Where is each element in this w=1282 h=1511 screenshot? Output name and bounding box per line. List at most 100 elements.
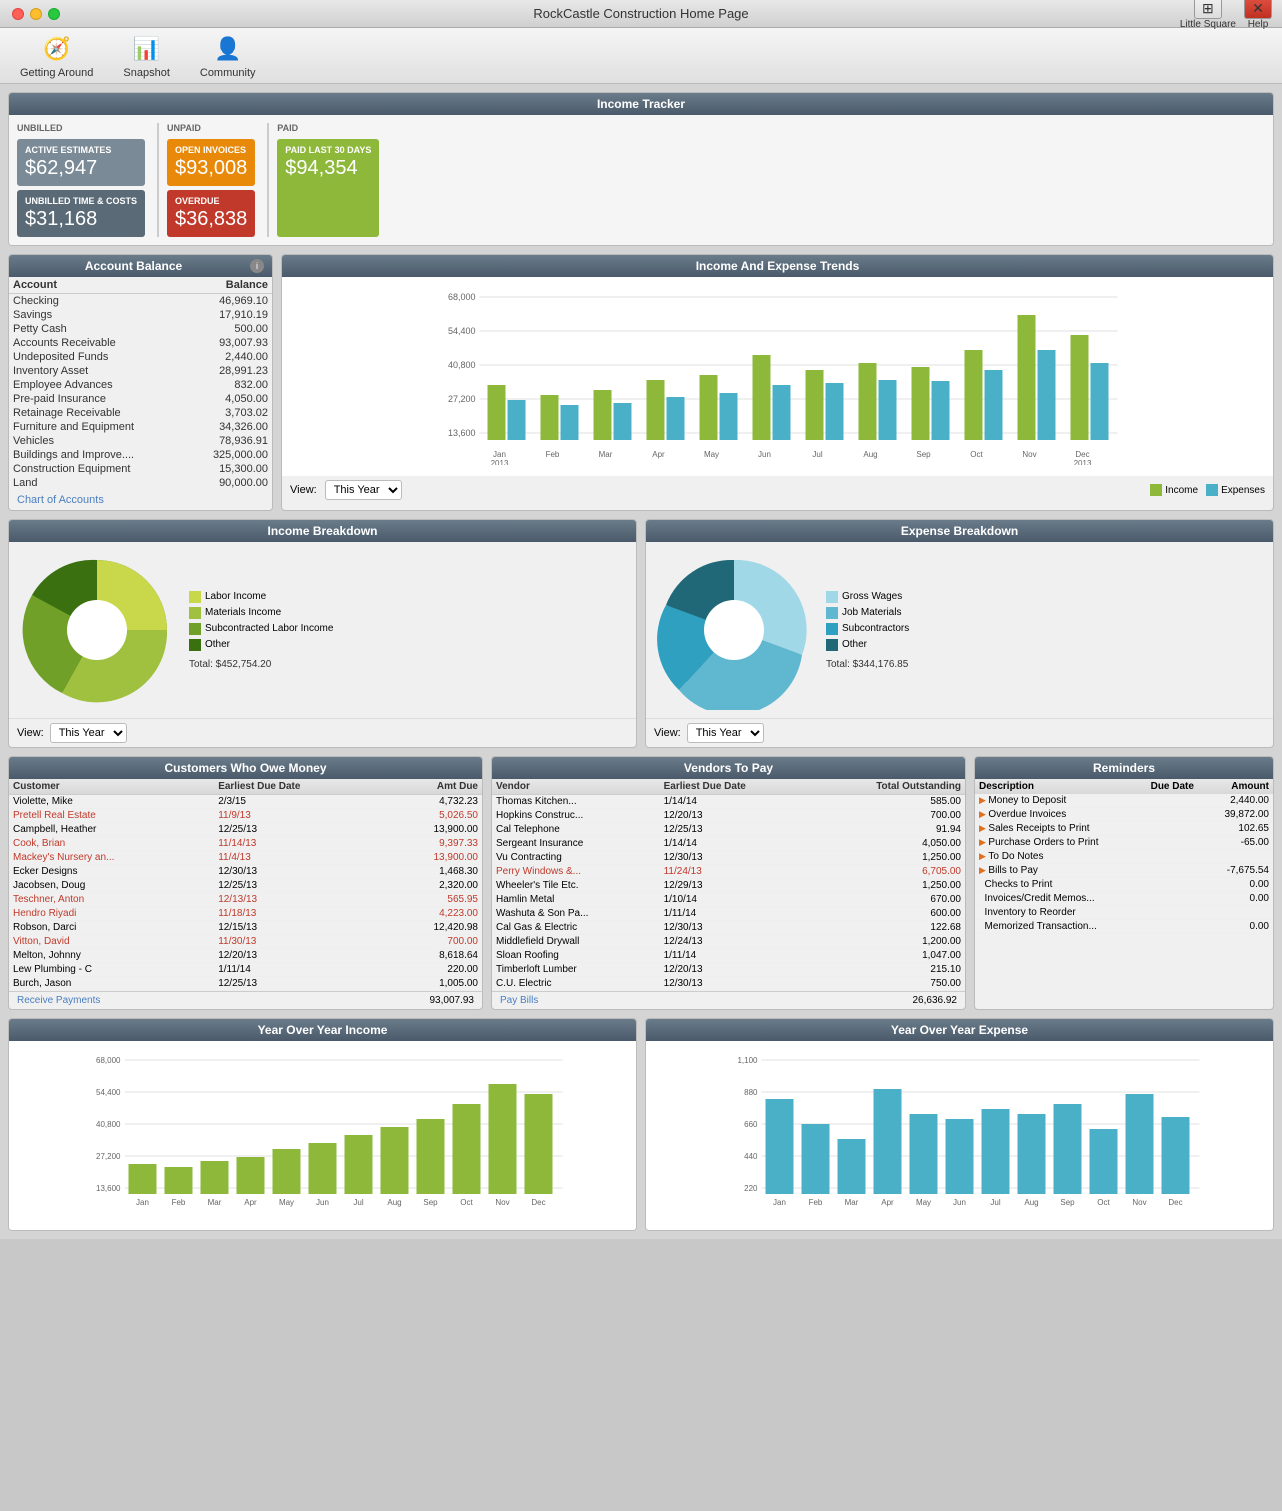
open-invoices-box[interactable]: OPEN INVOICES $93,008 xyxy=(167,139,255,186)
active-estimates-box[interactable]: ACTIVE ESTIMATES $62,947 xyxy=(17,139,145,186)
chart-of-accounts-link[interactable]: Chart of Accounts xyxy=(9,490,272,510)
svg-text:68,000: 68,000 xyxy=(448,292,476,302)
traffic-lights xyxy=(12,8,60,20)
account-table-row[interactable]: Furniture and Equipment34,326.00 xyxy=(9,420,272,434)
account-table-row[interactable]: Pre-paid Insurance4,050.00 xyxy=(9,392,272,406)
materials-income-color xyxy=(189,607,201,619)
reminder-arrow-icon: ▶ xyxy=(979,851,988,861)
svg-text:Mar: Mar xyxy=(208,1198,222,1207)
minimize-button[interactable] xyxy=(30,8,42,20)
reminder-table-row[interactable]: ▶ Overdue Invoices39,872.00 xyxy=(975,808,1273,822)
vendor-table-row[interactable]: Sergeant Insurance1/14/144,050.00 xyxy=(492,837,965,851)
reminder-table-row[interactable]: ▶ To Do Notes xyxy=(975,850,1273,864)
account-table-row[interactable]: Savings17,910.19 xyxy=(9,308,272,322)
customer-table-row[interactable]: Pretell Real Estate11/9/135,026.50 xyxy=(9,809,482,823)
customer-table-row[interactable]: Melton, Johnny12/20/138,618.64 xyxy=(9,949,482,963)
other-income-legend: Other xyxy=(189,639,333,651)
reminder-table-row[interactable]: Inventory to Reorder xyxy=(975,906,1273,920)
customer-table-row[interactable]: Burch, Jason12/25/131,005.00 xyxy=(9,977,482,991)
reminder-table-row[interactable]: Memorized Transaction...0.00 xyxy=(975,920,1273,934)
vendor-table-row[interactable]: Vu Contracting12/30/131,250.00 xyxy=(492,851,965,865)
yoy-income-svg: 68,000 54,400 40,800 27,200 13,600 xyxy=(17,1049,628,1219)
customer-table-row[interactable]: Robson, Darci12/15/1312,420.98 xyxy=(9,921,482,935)
svg-text:Dec: Dec xyxy=(1168,1198,1182,1207)
customer-name: Teschner, Anton xyxy=(9,893,214,907)
reminder-table-row[interactable]: ▶ Purchase Orders to Print-65.00 xyxy=(975,836,1273,850)
account-table-row[interactable]: Checking46,969.10 xyxy=(9,294,272,309)
info-icon[interactable]: i xyxy=(250,259,264,273)
customer-table-row[interactable]: Hendro Riyadi11/18/134,223.00 xyxy=(9,907,482,921)
vendor-due-date: 11/24/13 xyxy=(660,865,811,879)
reminder-table-row[interactable]: Checks to Print0.00 xyxy=(975,878,1273,892)
customer-table-row[interactable]: Lew Plumbing - C1/11/14220.00 xyxy=(9,963,482,977)
income-view-controls: View: This Year xyxy=(9,718,636,747)
vendor-table-row[interactable]: Cal Gas & Electric12/30/13122.68 xyxy=(492,921,965,935)
toolbar-item-snapshot[interactable]: 📊 Snapshot xyxy=(123,33,169,79)
vendor-table-row[interactable]: Washuta & Son Pa...1/11/14600.00 xyxy=(492,907,965,921)
close-button[interactable] xyxy=(12,8,24,20)
vendor-table-row[interactable]: Thomas Kitchen...1/14/14585.00 xyxy=(492,795,965,809)
customer-table-row[interactable]: Vitton, David11/30/13700.00 xyxy=(9,935,482,949)
little-square-button[interactable]: ⊞ Little Square xyxy=(1180,0,1236,30)
reminder-table-row[interactable]: ▶ Sales Receipts to Print102.65 xyxy=(975,822,1273,836)
subcontractors-legend: Subcontractors xyxy=(826,623,909,635)
account-table-row[interactable]: Retainage Receivable3,703.02 xyxy=(9,406,272,420)
toolbar-item-community[interactable]: 👤 Community xyxy=(200,33,256,79)
account-table-row[interactable]: Construction Equipment15,300.00 xyxy=(9,462,272,476)
vendor-table-row[interactable]: Hamlin Metal1/10/14670.00 xyxy=(492,893,965,907)
expense-view-select[interactable]: This Year xyxy=(687,723,764,743)
toolbar-item-getting-around[interactable]: 🧭 Getting Around xyxy=(20,33,93,79)
income-view-select[interactable]: This Year xyxy=(50,723,127,743)
top-right-buttons: ⊞ Little Square ✕ Help xyxy=(1180,0,1272,30)
reminder-amount xyxy=(1205,906,1273,920)
gross-wages-legend: Gross Wages xyxy=(826,591,909,603)
customer-table-row[interactable]: Jacobsen, Doug12/25/132,320.00 xyxy=(9,879,482,893)
community-label: Community xyxy=(200,67,256,79)
subcontracted-labor-color xyxy=(189,623,201,635)
account-table-row[interactable]: Buildings and Improve....325,000.00 xyxy=(9,448,272,462)
customer-table-row[interactable]: Teschner, Anton12/13/13565.95 xyxy=(9,893,482,907)
account-table-row[interactable]: Undeposited Funds2,440.00 xyxy=(9,350,272,364)
maximize-button[interactable] xyxy=(48,8,60,20)
reminder-table-row[interactable]: ▶ Bills to Pay-7,675.54 xyxy=(975,864,1273,878)
vendor-table-row[interactable]: Sloan Roofing1/11/141,047.00 xyxy=(492,949,965,963)
customer-amount: 4,732.23 xyxy=(384,795,483,809)
customer-name: Mackey's Nursery an... xyxy=(9,851,214,865)
vendor-table-row[interactable]: Cal Telephone12/25/1391.94 xyxy=(492,823,965,837)
income-pie-section: Labor Income Materials Income Subcontrac… xyxy=(9,542,636,718)
vendor-table-row[interactable]: C.U. Electric12/30/13750.00 xyxy=(492,977,965,991)
customer-table-row[interactable]: Campbell, Heather12/25/1313,900.00 xyxy=(9,823,482,837)
vendor-table-row[interactable]: Perry Windows &...11/24/136,705.00 xyxy=(492,865,965,879)
paid-box[interactable]: PAID LAST 30 DAYS $94,354 xyxy=(277,139,379,237)
customer-table-row[interactable]: Cook, Brian11/14/139,397.33 xyxy=(9,837,482,851)
unbilled-time-box[interactable]: UNBILLED TIME & COSTS $31,168 xyxy=(17,190,145,237)
customer-table-row[interactable]: Mackey's Nursery an...11/4/1313,900.00 xyxy=(9,851,482,865)
window-title: RockCastle Construction Home Page xyxy=(533,6,748,21)
reminder-table-row[interactable]: ▶ Money to Deposit2,440.00 xyxy=(975,794,1273,808)
account-table-row[interactable]: Inventory Asset28,991.23 xyxy=(9,364,272,378)
vendor-table-row[interactable]: Timberloft Lumber12/20/13215.10 xyxy=(492,963,965,977)
account-balance-value: 15,300.00 xyxy=(186,462,272,476)
account-table-row[interactable]: Land90,000.00 xyxy=(9,476,272,490)
account-name: Buildings and Improve.... xyxy=(9,448,186,462)
account-table-row[interactable]: Accounts Receivable93,007.93 xyxy=(9,336,272,350)
description-col-header: Description xyxy=(975,779,1139,794)
vendor-table-row[interactable]: Wheeler's Tile Etc.12/29/131,250.00 xyxy=(492,879,965,893)
reminder-table-row[interactable]: Invoices/Credit Memos...0.00 xyxy=(975,892,1273,906)
svg-text:Feb: Feb xyxy=(172,1198,186,1207)
customer-table-row[interactable]: Violette, Mike2/3/154,732.23 xyxy=(9,795,482,809)
overdue-box[interactable]: OVERDUE $36,838 xyxy=(167,190,255,237)
customer-table-row[interactable]: Ecker Designs12/30/131,468.30 xyxy=(9,865,482,879)
account-table-row[interactable]: Employee Advances832.00 xyxy=(9,378,272,392)
trends-view-select[interactable]: This Year xyxy=(325,480,402,500)
customer-due-date: 12/15/13 xyxy=(214,921,383,935)
vendor-name: Timberloft Lumber xyxy=(492,963,660,977)
vendor-table-row[interactable]: Hopkins Construc...12/20/13700.00 xyxy=(492,809,965,823)
account-table-row[interactable]: Vehicles78,936.91 xyxy=(9,434,272,448)
pay-bills-link[interactable]: Pay Bills xyxy=(500,995,538,1006)
account-table-row[interactable]: Petty Cash500.00 xyxy=(9,322,272,336)
customer-name: Ecker Designs xyxy=(9,865,214,879)
help-button[interactable]: ✕ Help xyxy=(1244,0,1272,30)
receive-payments-link[interactable]: Receive Payments xyxy=(17,995,100,1006)
vendor-table-row[interactable]: Middlefield Drywall12/24/131,200.00 xyxy=(492,935,965,949)
